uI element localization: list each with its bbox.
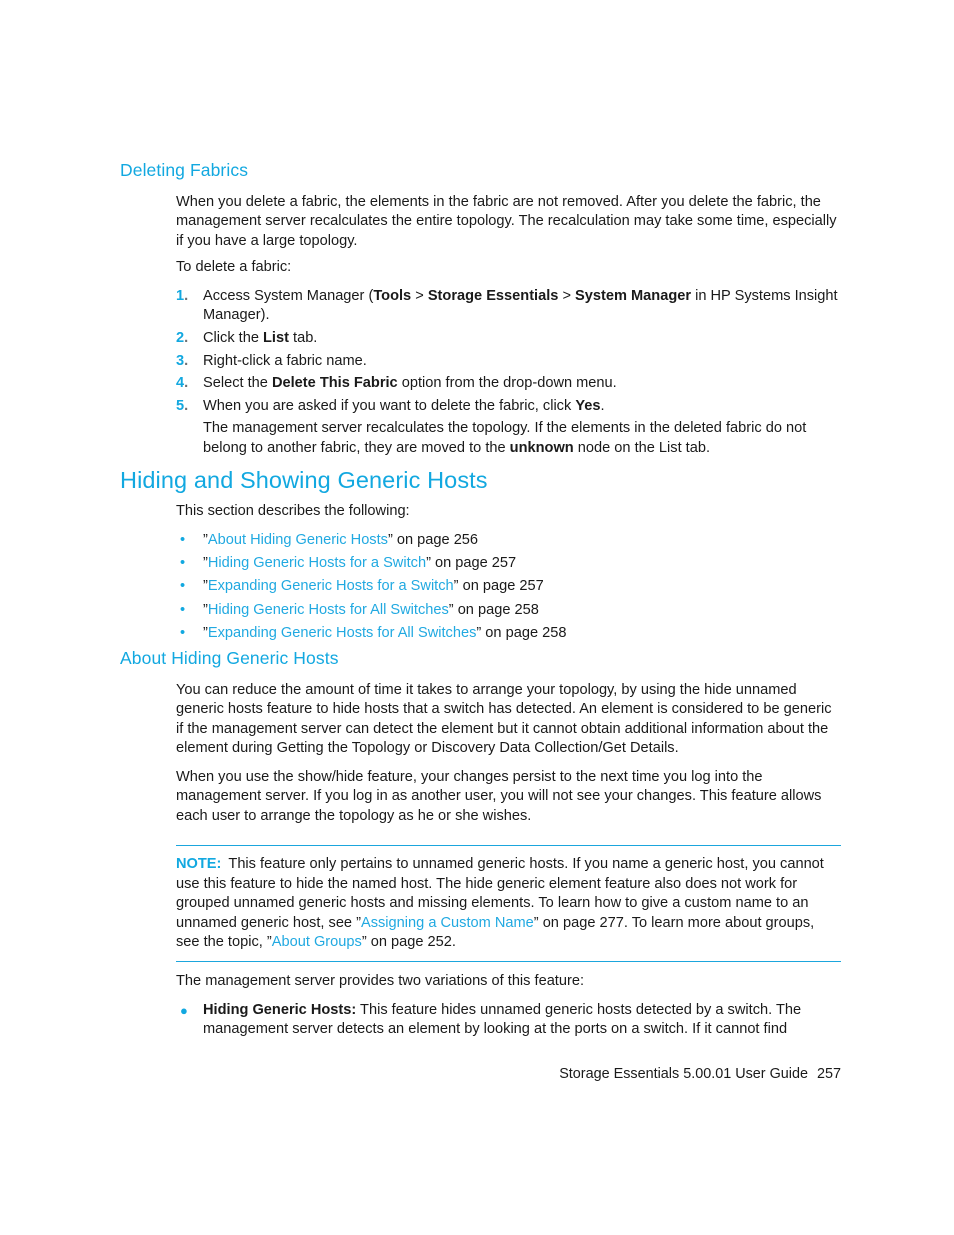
cross-reference-link[interactable]: Hiding Generic Hosts for a Switch	[208, 555, 426, 571]
list-item: • ”Expanding Generic Hosts for a Switch” …	[176, 575, 841, 598]
paragraph-about-hiding-1: You can reduce the amount of time it tak…	[176, 682, 832, 757]
page-footer: Storage Essentials 5.00.01 User Guide 257	[120, 1066, 841, 1082]
heading-about-hiding-generic-hosts: About Hiding Generic Hosts	[120, 648, 339, 668]
step-text: Select the Delete This Fabric option fro…	[203, 375, 617, 391]
feature-text: Hiding Generic Hosts: This feature hides…	[203, 1002, 801, 1037]
text-run: Right-click a fabric name.	[203, 352, 367, 369]
step-number-dot: .	[184, 330, 189, 346]
bold-run: Yes	[575, 397, 601, 414]
ordered-steps-delete-fabric: 1. Access System Manager (Tools > Storag…	[176, 287, 841, 458]
bold-run: Storage Essentials	[427, 288, 559, 304]
cross-reference-list: • ”About Hiding Generic Hosts” on page 25…	[176, 529, 841, 645]
text-run: When you are asked if you want to delete…	[203, 397, 576, 414]
cross-reference-link[interactable]: Expanding Generic Hosts for All Switches	[208, 625, 477, 641]
bold-run: Delete This Fabric	[271, 375, 398, 392]
step-number-dot: .	[184, 288, 189, 304]
step-number-dot: .	[184, 375, 189, 392]
step-number: 2.	[176, 330, 189, 346]
paragraph-variations-lead-in: The management server provides two varia…	[176, 973, 585, 989]
step-number: 4.	[176, 375, 189, 392]
text-run: Select the	[203, 375, 272, 392]
bold-run: System Manager	[575, 288, 692, 304]
bold-run: Hiding Generic Hosts:	[203, 1002, 357, 1018]
text-run: option from the drop-down menu.	[397, 375, 617, 392]
heading-deleting-fabrics: Deleting Fabrics	[120, 160, 249, 180]
bullet-icon: •	[180, 578, 186, 595]
cross-reference-link[interactable]: About Hiding Generic Hosts	[208, 532, 388, 548]
bold-run: Tools	[373, 288, 412, 304]
list-item: 5. When you are asked if you want to del…	[176, 397, 841, 416]
list-item: 2. Click the List tab.	[176, 329, 841, 348]
step-number: 1.	[176, 288, 189, 304]
step-number-dot: .	[184, 352, 189, 369]
footer-guide-title: Storage Essentials 5.00.01 User Guide	[559, 1066, 808, 1082]
paragraph-deleting-fabrics-intro: When you delete a fabric, the elements i…	[176, 194, 837, 249]
bullet-icon: •	[180, 555, 186, 572]
bullet-icon: •	[180, 624, 186, 641]
step-continuation-text: The management server recalculates the t…	[176, 419, 841, 458]
step-number-dot: .	[184, 397, 189, 414]
paragraph-section-lead-in: This section describes the following:	[176, 503, 410, 519]
cross-reference-link[interactable]: Hiding Generic Hosts for All Switches	[208, 602, 449, 618]
text-run: .	[600, 397, 605, 414]
text-run: >	[558, 288, 576, 304]
text-run: tab.	[288, 330, 318, 346]
bullet-icon: ●	[180, 1003, 188, 1018]
cross-reference-link[interactable]: Expanding Generic Hosts for a Switch	[208, 578, 454, 594]
list-item: • ”Hiding Generic Hosts for a Switch” on …	[176, 552, 841, 575]
cross-reference-link[interactable]: About Groups	[272, 934, 362, 950]
text-run: >	[411, 288, 428, 304]
cross-reference-page: on page 256	[392, 532, 479, 548]
list-item: 3. Right-click a fabric name.	[176, 352, 841, 371]
list-item: 1. Access System Manager (Tools > Storag…	[176, 287, 841, 326]
note-body: NOTE: This feature only pertains to unnam…	[176, 855, 841, 953]
step-text: Access System Manager (Tools > Storage E…	[203, 288, 838, 323]
text-run: node on the List tab.	[573, 439, 711, 456]
text-run: Click the	[203, 330, 264, 346]
heading-hiding-and-showing-generic-hosts: Hiding and Showing Generic Hosts	[120, 467, 488, 493]
list-item: • ”About Hiding Generic Hosts” on page 25…	[176, 529, 841, 552]
cross-reference-page: on page 258	[481, 624, 567, 641]
text-run: Access System Manager (	[203, 288, 374, 304]
paragraph-about-hiding-2: When you use the show/hide feature, your…	[176, 769, 822, 824]
cross-reference-page: on page 258	[453, 601, 539, 618]
list-item-hiding-generic-hosts: ● Hiding Generic Hosts: This feature hid…	[176, 1001, 868, 1040]
step-text: Right-click a fabric name.	[203, 353, 367, 369]
paragraph-to-delete-a-fabric: To delete a fabric:	[176, 259, 292, 275]
document-page: Deleting Fabrics When you delete a fabri…	[0, 0, 954, 1235]
step-text: When you are asked if you want to delete…	[203, 398, 605, 414]
step-number: 5.	[176, 397, 189, 414]
text-run: The management server recalculates the t…	[203, 420, 807, 456]
bullet-icon: •	[180, 532, 186, 548]
cross-reference-link[interactable]: Assigning a Custom Name	[361, 915, 534, 931]
footer-page-number: 257	[816, 1066, 841, 1082]
step-number: 3.	[176, 352, 189, 369]
text-run: on page 252.	[366, 934, 456, 951]
cross-reference-page: on page 257	[430, 555, 517, 572]
list-item: • ”Expanding Generic Hosts for All Switch…	[176, 622, 841, 645]
list-item: 4. Select the Delete This Fabric option …	[176, 374, 841, 393]
bold-run: unknown	[509, 439, 574, 456]
note-text: This feature only pertains to unnamed ge…	[176, 856, 824, 950]
note-label: NOTE:	[176, 856, 222, 872]
bullet-icon: •	[180, 601, 186, 618]
list-item: • ”Hiding Generic Hosts for All Switches”…	[176, 599, 841, 622]
bold-run: List	[263, 330, 289, 346]
note-callout: NOTE: This feature only pertains to unnam…	[176, 845, 841, 962]
cross-reference-page: on page 257	[458, 578, 544, 595]
step-text: Click the List tab.	[203, 330, 317, 346]
